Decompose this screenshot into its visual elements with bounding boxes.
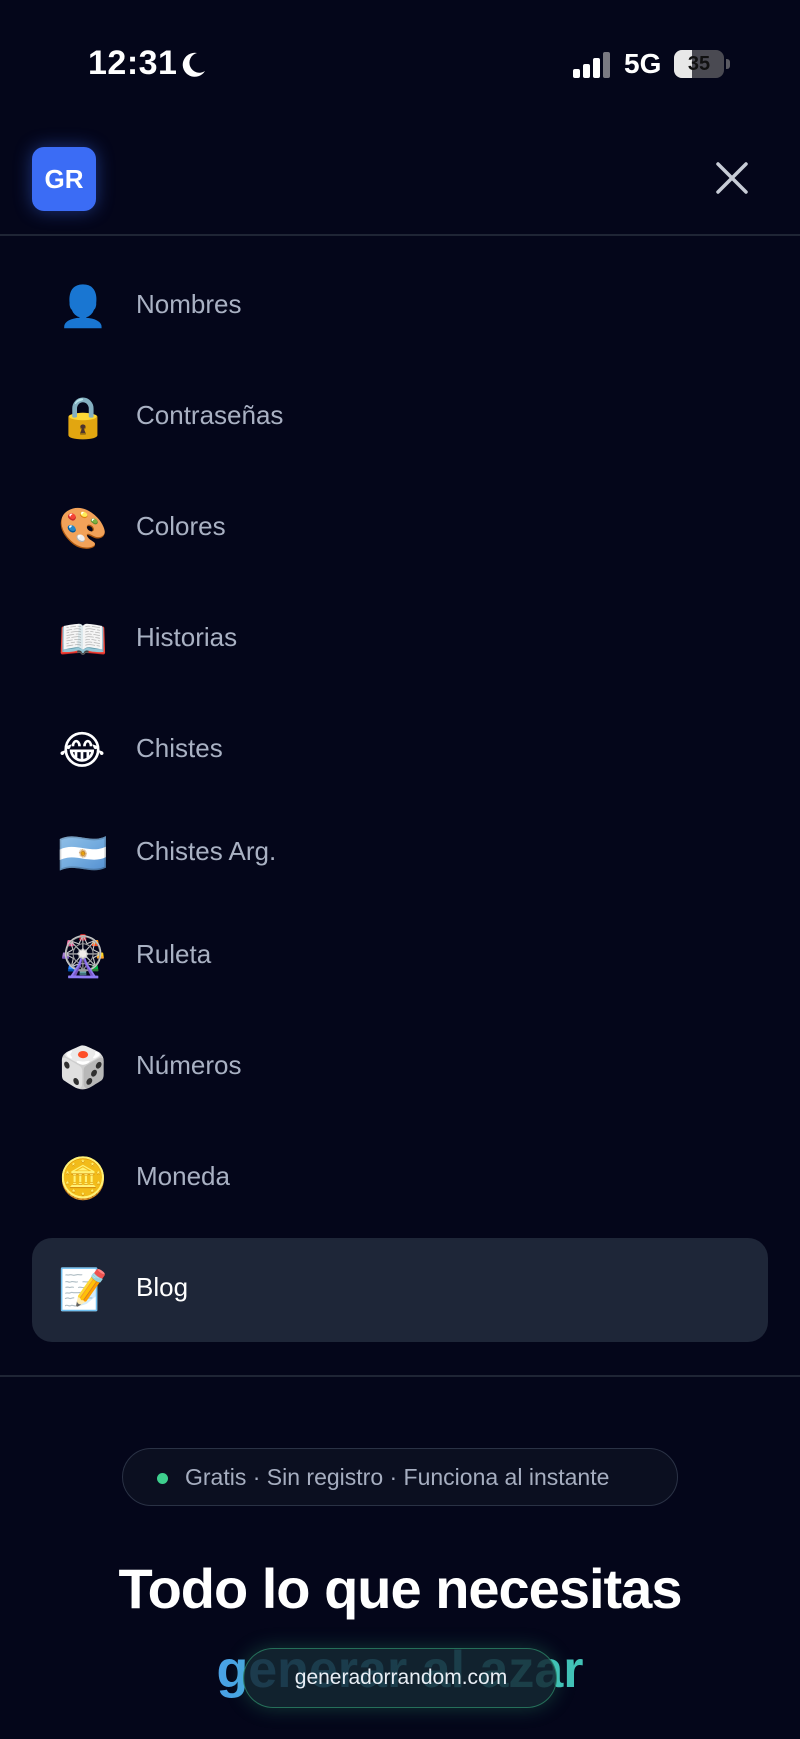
status-bar: 12:31 5G 35 [0,0,800,130]
book-icon: 📖 [58,618,108,662]
coin-icon: 🪙 [58,1157,108,1201]
close-icon[interactable] [710,156,754,200]
nav-item-colores[interactable]: 🎨 Colores [32,477,768,581]
nav-item-historias[interactable]: 📖 Historias [32,588,768,692]
hero-title: Todo lo que necesitas [118,1557,683,1620]
nav-item-label: Colores [136,511,226,541]
nav-item-label: Contraseñas [136,400,284,430]
browser-url-bar[interactable]: generadorrandom.com [243,1648,557,1708]
nav-item-nombres[interactable]: 👤 Nombres [32,255,768,359]
feature-badge: Gratis · Sin registro · Funciona al inst… [122,1448,678,1506]
lock-icon: 🔒 [58,396,108,440]
nav-item-label: Ruleta [136,939,212,969]
badge-text: Gratis · Sin registro · Funciona al inst… [185,1464,610,1490]
person-icon: 👤 [58,285,108,329]
header-divider [0,234,800,236]
nav-item-números[interactable]: 🎲 Números [32,1016,768,1120]
nav-item-label: Historias [136,622,238,652]
nav-item-label: Números [136,1050,242,1080]
menu-divider [0,1375,800,1377]
url-text: generadorrandom.com [294,1666,508,1689]
header: GR [0,130,800,236]
moon-icon [182,52,205,77]
ferris-wheel-icon: 🎡 [58,935,108,979]
nav-item-label: Chistes Arg. [136,836,277,866]
nav-item-ruleta[interactable]: 🎡 Ruleta [32,905,768,1009]
nav-item-chistes[interactable]: 😂 Chistes [32,699,768,803]
network-type: 5G [624,48,662,79]
status-time: 12:31 [88,44,178,82]
battery-level: 35 [687,53,711,75]
status-dot-icon [157,1473,168,1484]
nav-item-blog[interactable]: 📝 Blog [32,1238,768,1342]
logo[interactable]: GR [32,147,96,211]
battery-icon: 35 [674,50,730,78]
signal-icon [573,52,610,78]
argentina-flag-icon: 🇦🇷 [58,832,108,876]
nav-item-label: Nombres [136,289,242,319]
nav-item-contraseñas[interactable]: 🔒 Contraseñas [32,366,768,470]
laughing-face-icon: 😂 [58,729,106,773]
nav-item-label: Chistes [136,733,223,763]
nav-item-moneda[interactable]: 🪙 Moneda [32,1127,768,1231]
nav-item-chistes-arg[interactable]: 🇦🇷 Chistes Arg. [32,802,768,906]
palette-icon: 🎨 [58,507,108,551]
nav-item-label: Blog [136,1272,189,1302]
nav-item-label: Moneda [136,1161,230,1191]
memo-icon: 📝 [58,1268,108,1312]
dice-icon: 🎲 [58,1046,108,1090]
